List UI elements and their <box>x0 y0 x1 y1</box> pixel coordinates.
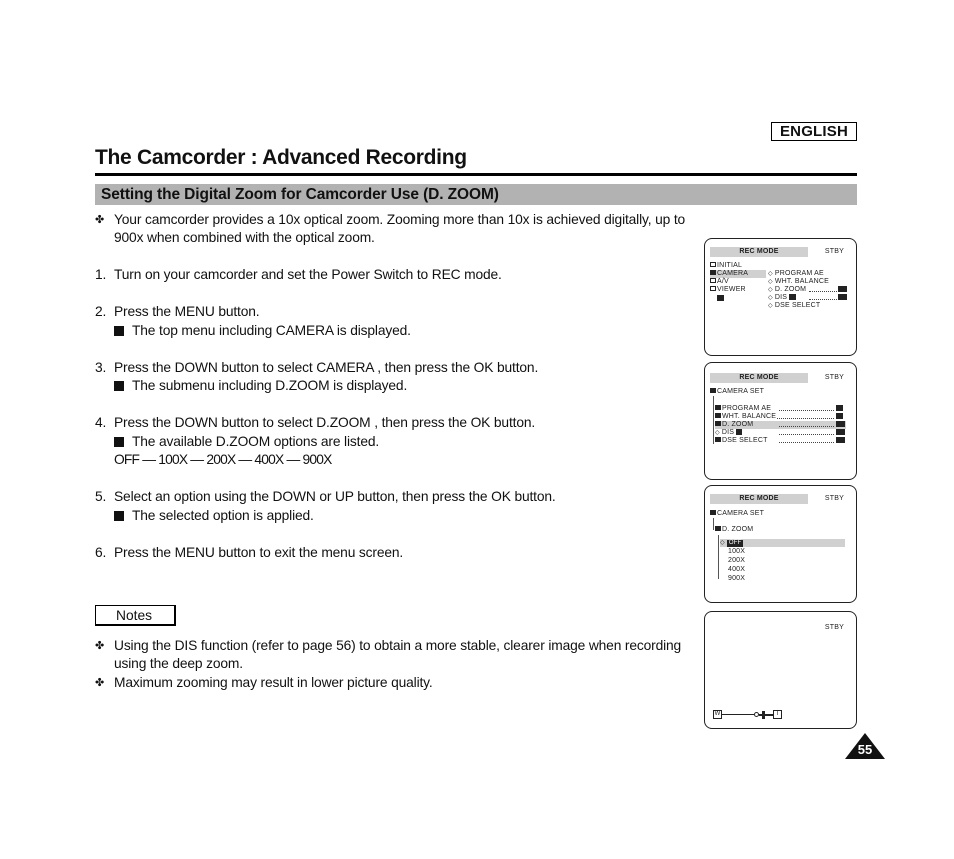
zoom-position-marker <box>762 711 765 719</box>
folder-icon <box>710 270 716 275</box>
square-bullet-icon <box>114 381 124 391</box>
dzoom-option: 200X <box>728 557 746 564</box>
language-badge: ENGLISH <box>771 122 857 141</box>
folder-icon <box>710 510 716 515</box>
cross-bullet-icon: ✤ <box>95 677 105 689</box>
leader-dots <box>809 291 837 292</box>
folder-icon <box>715 437 721 442</box>
folder-icon <box>710 262 716 267</box>
diamond-icon: ◇ <box>768 271 773 277</box>
camcorder-screen-dzoom-options: REC MODE STBY CAMERA SET D. ZOOM ◇ OFF 10… <box>704 485 857 603</box>
screen-header: REC MODE <box>710 373 808 383</box>
status-label: STBY <box>824 624 844 631</box>
section-title: Setting the Digital Zoom for Camcorder U… <box>95 184 857 205</box>
folder-icon <box>715 526 721 531</box>
submenu-item: ◇ DSE SELECT <box>768 302 821 309</box>
title-divider <box>95 173 857 176</box>
zoom-wide-icon: W <box>713 710 722 719</box>
diamond-icon: ◇ <box>768 279 773 285</box>
folder-icon <box>715 421 721 426</box>
folder-icon <box>710 388 716 393</box>
dzoom-option: 100X <box>728 548 746 555</box>
dzoom-option: 900X <box>728 575 746 582</box>
camera-set-item: DSE SELECT <box>715 437 768 445</box>
parent-menu-camera-set: CAMERA SET <box>710 510 764 518</box>
screen-header: REC MODE <box>710 494 808 504</box>
tree-line <box>713 396 714 444</box>
camcorder-screen-camera-set: REC MODE STBY CAMERA SET PROGRAM AE WHT.… <box>704 362 857 480</box>
screen-header: REC MODE <box>710 247 808 257</box>
dis-icon <box>736 429 743 435</box>
status-label: STBY <box>824 248 844 255</box>
menu-item-viewer: VIEWER <box>710 286 746 294</box>
folder-icon <box>710 286 716 291</box>
folder-icon <box>715 405 721 410</box>
cross-bullet-icon: ✤ <box>95 214 105 226</box>
dis-icon <box>789 294 797 300</box>
diamond-icon: ◇ <box>768 295 773 301</box>
page-title: The Camcorder : Advanced Recording <box>95 146 467 169</box>
notes-label: Notes <box>95 605 176 626</box>
folder-icon <box>710 278 716 283</box>
camcorder-screen-main-menu: REC MODE STBY INITIAL CAMERA A/V VIEWER … <box>704 238 857 356</box>
cross-bullet-icon: ✤ <box>95 640 105 652</box>
leader-dots <box>809 299 837 300</box>
zoom-indicator: W T <box>713 710 783 720</box>
dzoom-option-selected: ◇ OFF <box>720 539 845 548</box>
camcorder-screen-zoom-bar: STBY W T <box>704 611 857 729</box>
folder-icon <box>715 413 721 418</box>
square-bullet-icon <box>114 437 124 447</box>
diamond-icon: ◇ <box>715 430 720 436</box>
diamond-icon: ◇ <box>720 540 725 546</box>
zoom-tele-icon: T <box>773 710 782 719</box>
value-icon <box>838 294 847 300</box>
submenu-d-zoom: D. ZOOM <box>715 526 753 534</box>
diamond-icon: ◇ <box>768 287 773 293</box>
status-label: STBY <box>824 374 844 381</box>
parent-menu-camera-set: CAMERA SET <box>710 388 764 396</box>
status-label: STBY <box>824 495 844 502</box>
page-number: 55 <box>845 733 885 759</box>
diamond-icon: ◇ <box>768 303 773 309</box>
value-icon <box>838 286 847 292</box>
dzoom-option: 400X <box>728 566 746 573</box>
square-bullet-icon <box>114 511 124 521</box>
square-bullet-icon <box>114 326 124 336</box>
memory-icon <box>717 295 724 301</box>
